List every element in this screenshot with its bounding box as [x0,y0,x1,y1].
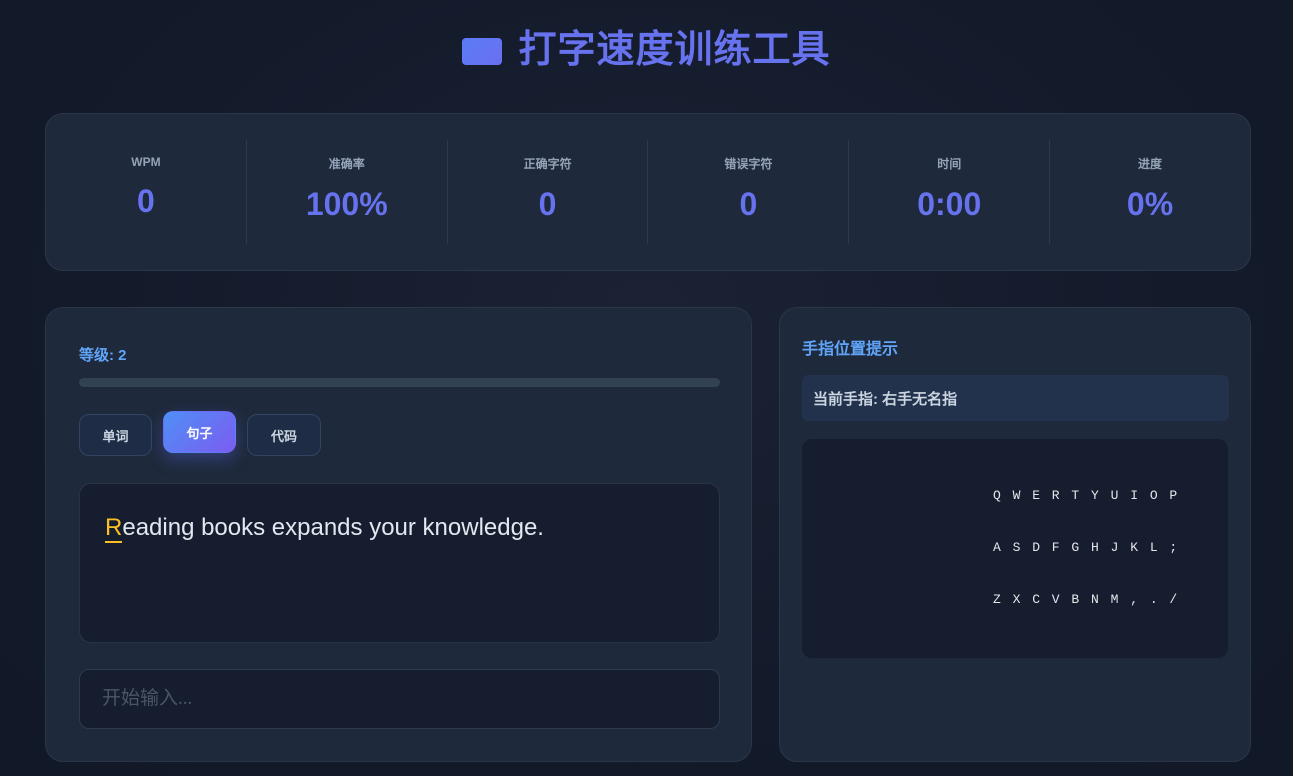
page-title: 打字速度训练工具 [518,28,831,71]
mode-words-button[interactable]: 单词 [79,414,152,456]
keyboard-row-bottom: Z X C V B N M , . / [993,592,1180,607]
stat-value: 0 [739,186,758,222]
stat-label: 准确率 [328,157,365,171]
stat-error-chars: 错误字符 0 [648,140,850,244]
level-progress-bar [79,378,720,387]
keyboard-row-top: Q W E R T Y U I O P [993,488,1180,503]
stat-value: 0 [538,186,557,222]
stat-value: 100% [305,186,388,222]
level-label: 等级: 2 [79,347,127,364]
remaining-text: eading books expands your knowledge. [122,514,544,541]
keyboard-diagram: Q W E R T Y U I O P A S D F G H J K L ; … [802,439,1228,658]
typing-input[interactable] [79,669,720,729]
finger-hint-panel: 手指位置提示 当前手指: 右手无名指 Q W E R T Y U I O P A… [779,307,1251,762]
stat-progress: 进度 0% [1050,140,1250,244]
current-char: R [105,514,123,543]
header: 打字速度训练工具 [0,20,1293,71]
stat-value: 0 [137,183,155,219]
stat-label: 进度 [1138,157,1163,171]
stat-accuracy: 准确率 100% [247,140,448,244]
stat-label: WPM [131,155,161,169]
typing-trainer-page: 打字速度训练工具 WPM 0 准确率 100% 正确字符 0 错误字符 0 时间… [0,0,1293,776]
stat-value: 0:00 [917,186,982,222]
keyboard-icon [462,37,503,65]
stat-wpm: WPM 0 [46,140,247,244]
finger-hint-title: 手指位置提示 [802,341,899,358]
stats-panel: WPM 0 准确率 100% 正确字符 0 错误字符 0 时间 0:00 进度 … [45,113,1251,271]
mode-code-button[interactable]: 代码 [247,414,321,456]
stat-label: 正确字符 [523,157,572,171]
stat-label: 时间 [937,157,962,171]
target-text-box: Reading books expands your knowledge. [79,483,720,643]
stat-correct-chars: 正确字符 0 [448,140,649,244]
current-finger-label: 当前手指: 右手无名指 [802,375,1229,421]
stat-value: 0% [1126,186,1174,222]
mode-sentences-button[interactable]: 句子 [163,411,236,453]
keyboard-row-home: A S D F G H J K L ; [993,540,1180,555]
stat-label: 错误字符 [724,157,773,171]
practice-panel: 等级: 2 单词 句子 代码 Reading books expands you… [45,307,752,762]
stat-time: 时间 0:00 [849,140,1051,244]
